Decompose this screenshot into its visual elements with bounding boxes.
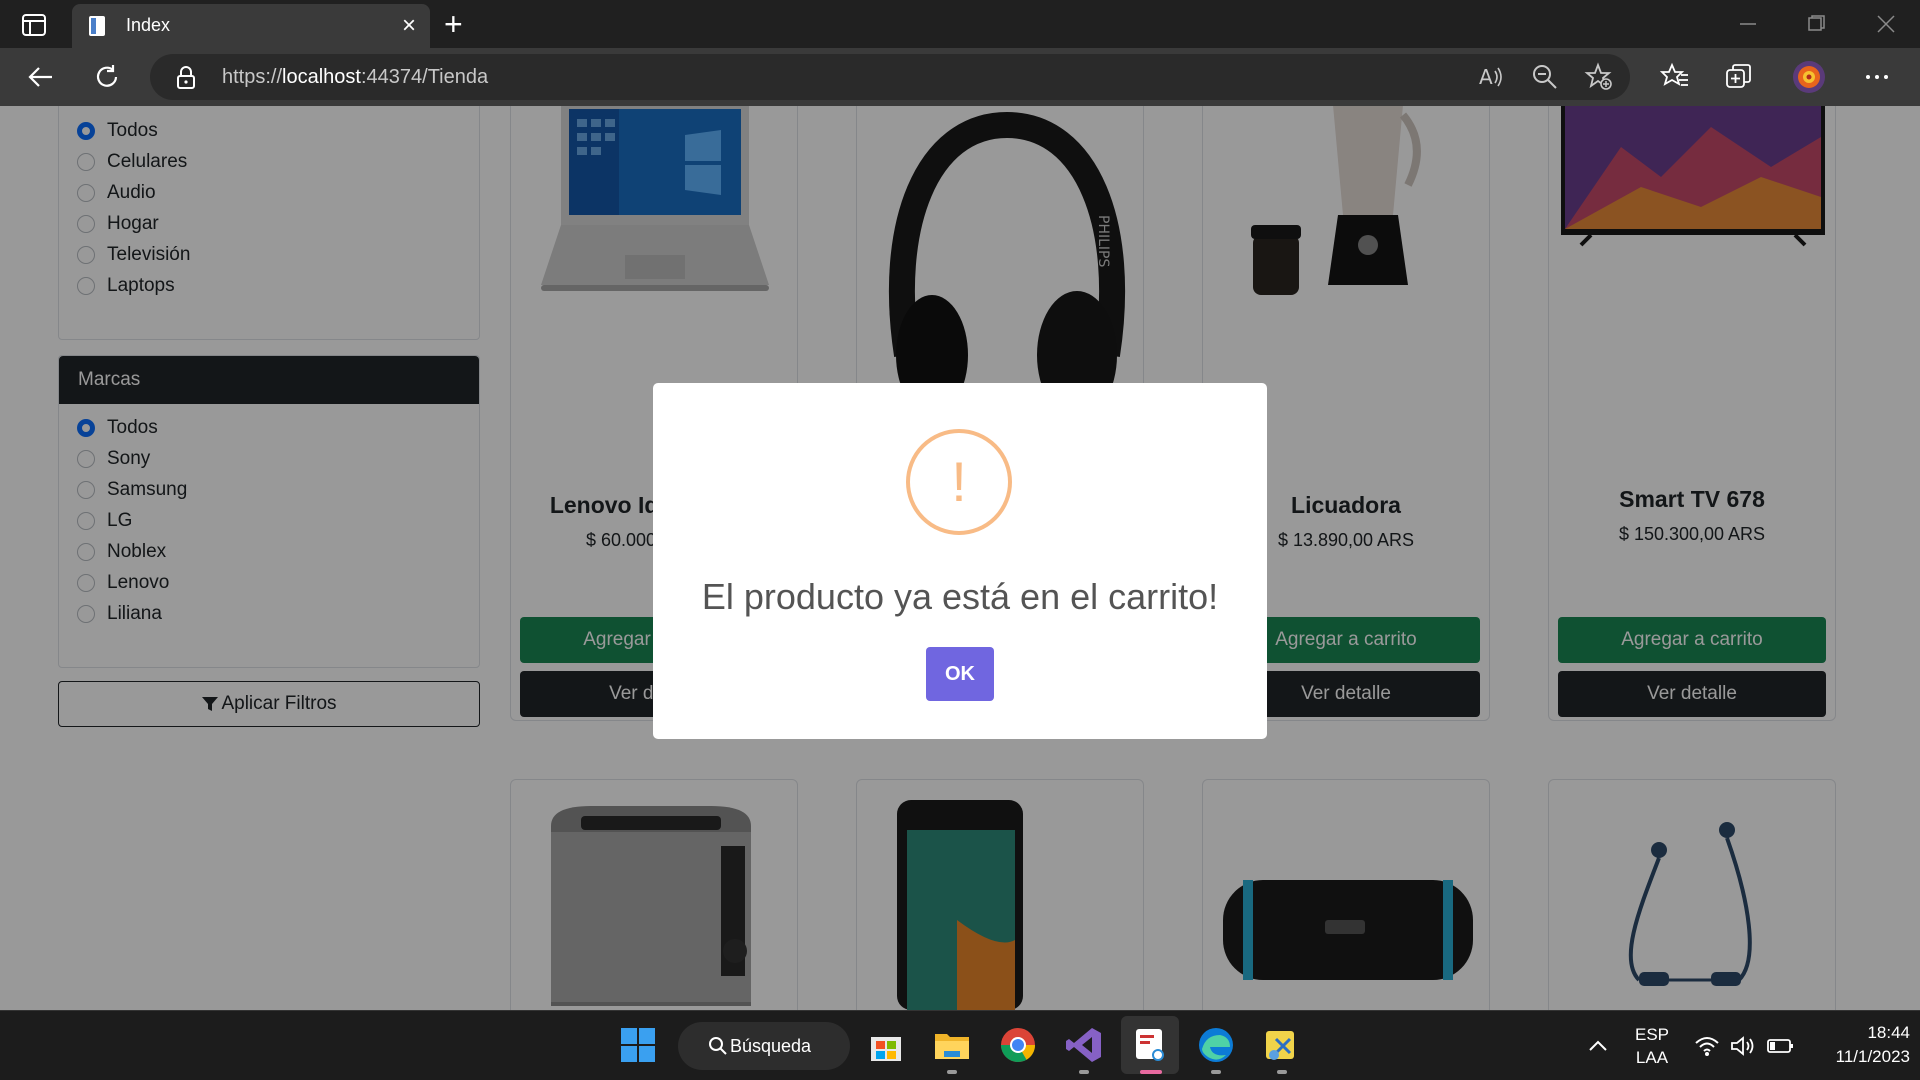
read-aloud-icon[interactable]: A xyxy=(1476,62,1506,92)
clock-date: 11/1/2023 xyxy=(1835,1047,1910,1066)
clock[interactable]: 18:44 11/1/2023 xyxy=(1810,1023,1910,1067)
search-label: Búsqueda xyxy=(730,1035,812,1056)
browser-tab-index[interactable]: Index × xyxy=(72,4,430,48)
svg-text:A: A xyxy=(1479,65,1493,89)
running-indicator xyxy=(1079,1070,1089,1074)
running-indicator xyxy=(947,1070,957,1074)
add-favorite-icon[interactable] xyxy=(1584,62,1614,92)
refresh-icon[interactable] xyxy=(92,62,122,92)
ok-button[interactable]: OK xyxy=(926,647,994,701)
lang-line1: ESP xyxy=(1634,1025,1670,1044)
snipping-tool-icon[interactable] xyxy=(1130,1025,1170,1065)
page-favicon-icon xyxy=(89,16,105,36)
browser-tab-bar: Index × + xyxy=(0,0,1920,48)
visual-studio-icon[interactable] xyxy=(1064,1025,1104,1065)
more-options-icon[interactable] xyxy=(1862,62,1892,92)
alert-message: El producto ya está en el carrito! xyxy=(701,576,1219,617)
url-field[interactable]: https://localhost:44374/Tienda A xyxy=(150,54,1630,100)
close-window-icon[interactable] xyxy=(1874,14,1898,34)
tab-close-icon[interactable]: × xyxy=(402,12,416,40)
active-indicator xyxy=(1140,1070,1162,1074)
minimize-icon[interactable] xyxy=(1736,14,1760,34)
warning-glyph: ! xyxy=(951,450,967,513)
browser-address-bar: https://localhost:44374/Tienda A xyxy=(0,48,1920,106)
back-arrow-icon[interactable] xyxy=(26,62,56,92)
url-host: localhost xyxy=(282,66,361,88)
chrome-icon[interactable] xyxy=(998,1025,1038,1065)
lock-icon[interactable] xyxy=(176,66,196,90)
new-tab-icon[interactable]: + xyxy=(444,6,463,43)
running-indicator xyxy=(1277,1070,1287,1074)
clock-time: 18:44 xyxy=(1867,1023,1910,1042)
taskbar-search[interactable]: Búsqueda xyxy=(678,1022,850,1070)
search-icon xyxy=(709,1037,727,1055)
url-scheme: https:// xyxy=(222,66,283,88)
chevron-up-icon[interactable] xyxy=(1588,1039,1608,1053)
url-path: :44374/Tienda xyxy=(360,66,489,88)
lang-line2: LAA xyxy=(1635,1048,1669,1067)
alert-dialog: ! El producto ya está en el carrito! OK xyxy=(653,383,1267,739)
favorites-icon[interactable] xyxy=(1660,62,1690,92)
profile-avatar-icon[interactable] xyxy=(1792,60,1826,94)
battery-icon[interactable] xyxy=(1766,1036,1794,1056)
edge-icon[interactable] xyxy=(1196,1025,1236,1065)
warning-icon: ! xyxy=(906,429,1012,535)
sql-tool-icon[interactable] xyxy=(1262,1025,1302,1065)
restore-icon[interactable] xyxy=(1804,14,1828,34)
input-language[interactable]: ESP LAA xyxy=(1628,1025,1676,1068)
tab-actions-icon[interactable] xyxy=(20,12,50,38)
running-indicator xyxy=(1211,1070,1221,1074)
volume-icon[interactable] xyxy=(1730,1035,1756,1057)
collections-icon[interactable] xyxy=(1724,62,1754,92)
url-text: https://localhost:44374/Tienda xyxy=(222,66,488,89)
file-explorer-icon[interactable] xyxy=(932,1025,972,1065)
page-content: Todos Celulares Audio Hogar Televisión Laptop… xyxy=(0,106,1920,1010)
tab-title: Index xyxy=(126,15,171,35)
wifi-icon[interactable] xyxy=(1694,1035,1720,1057)
modal-backdrop[interactable]: ! El producto ya está en el carrito! OK xyxy=(0,106,1920,1010)
windows-taskbar: Búsqueda ESP LAA 18:44 11/1/2023 xyxy=(0,1010,1920,1080)
start-windows-icon[interactable] xyxy=(618,1025,658,1065)
microsoft-store-icon[interactable] xyxy=(866,1025,906,1065)
zoom-out-icon[interactable] xyxy=(1530,62,1560,92)
